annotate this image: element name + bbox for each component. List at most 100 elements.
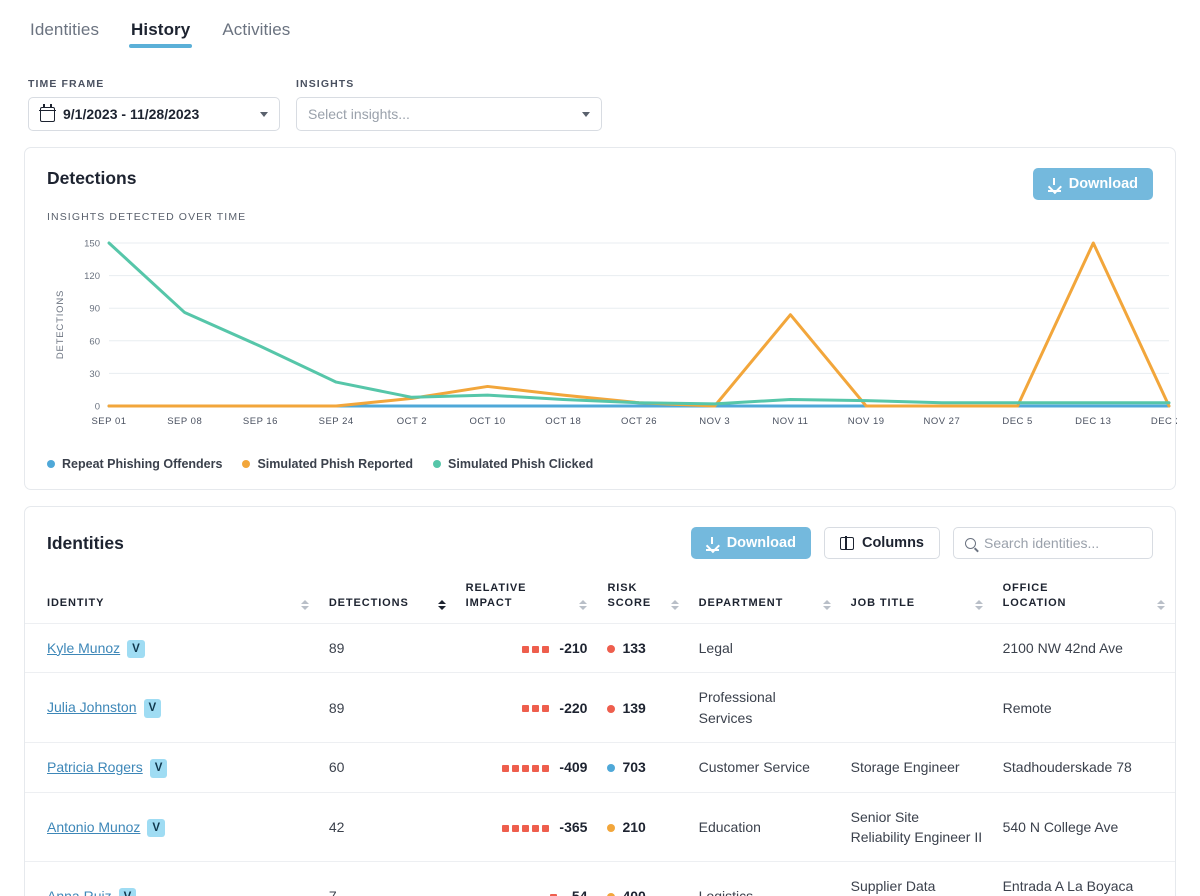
col-header-department[interactable]: DEPARTMENT — [689, 573, 841, 623]
col-header-identity[interactable]: IDENTITY — [25, 573, 319, 623]
identity-link[interactable]: Patricia Rogers — [47, 759, 143, 775]
col-header-detections[interactable]: DETECTIONS — [319, 573, 456, 623]
vip-badge: V — [118, 888, 137, 896]
insights-filter: INSIGHTS Select insights... — [296, 78, 602, 131]
sort-toggle-detections[interactable] — [437, 599, 446, 611]
col-header-risk-score[interactable]: RISK SCORE — [597, 573, 688, 623]
impact-square — [502, 764, 510, 772]
svg-text:90: 90 — [89, 304, 100, 315]
detections-title: Detections — [47, 168, 137, 188]
chart-legend: Repeat Phishing Offenders Simulated Phis… — [25, 443, 1175, 489]
sort-toggle-department[interactable] — [822, 599, 831, 611]
legend-item-simulated-phish-clicked[interactable]: Simulated Phish Clicked — [433, 457, 593, 471]
identities-download-label: Download — [726, 535, 796, 551]
cell-job-title — [840, 672, 993, 743]
timeframe-value: 9/1/2023 - 11/28/2023 — [63, 106, 200, 122]
cell-risk-score: 210 — [597, 791, 689, 862]
timeframe-picker[interactable]: 9/1/2023 - 11/28/2023 — [28, 97, 280, 131]
sort-toggle-job-title[interactable] — [974, 599, 983, 611]
tab-activities[interactable]: Activities — [220, 18, 292, 54]
svg-text:NOV 11: NOV 11 — [772, 416, 808, 427]
table-row: Kyle Munoz V 89 -210 133 Legal 2100 NW 42nd Av… — [25, 622, 1175, 673]
sort-toggle-relative-impact[interactable] — [579, 599, 588, 611]
impact-square — [532, 705, 540, 713]
cell-relative-impact: -409 — [455, 741, 598, 793]
search-identities-box[interactable]: Search identities... — [953, 527, 1153, 559]
cell-identity: Antonio Munoz V — [25, 791, 319, 862]
identities-download-button[interactable]: Download — [690, 527, 811, 559]
cell-risk-score: 703 — [597, 741, 689, 793]
sort-toggle-identity[interactable] — [300, 599, 309, 611]
cell-detections: 89 — [318, 622, 456, 673]
cell-risk-score: 400 — [597, 861, 689, 896]
tab-bar: Identities History Activities — [0, 0, 1200, 62]
col-header-office-location[interactable]: OFFICE LOCATION — [993, 573, 1175, 623]
identity-link[interactable]: Kyle Munoz — [47, 640, 120, 656]
sort-toggle-risk-score[interactable] — [670, 599, 679, 611]
cell-office-location: Stadhouderskade 78 — [992, 741, 1175, 793]
download-icon — [705, 536, 719, 551]
cell-identity: Kyle Munoz V — [25, 622, 319, 673]
svg-text:SEP 16: SEP 16 — [243, 416, 278, 427]
impact-squares — [502, 764, 550, 772]
impact-square — [522, 824, 530, 832]
table-row: Anna Ruiz V 7 -54 400 LogisticsSupplier Data … — [25, 861, 1175, 896]
svg-text:OCT 2: OCT 2 — [397, 416, 427, 427]
svg-text:OCT 18: OCT 18 — [545, 416, 581, 427]
timeframe-label: TIME FRAME — [28, 78, 105, 90]
svg-text:SEP 08: SEP 08 — [167, 416, 202, 427]
columns-button[interactable]: Columns — [823, 527, 940, 559]
impact-square — [542, 824, 550, 832]
insights-label: INSIGHTS — [296, 78, 355, 90]
vip-badge: V — [147, 818, 166, 838]
cell-department: Professional Services — [688, 672, 841, 743]
vip-badge: V — [127, 639, 145, 659]
identities-table-header: IDENTITY DETECTIONS RELATIVE IMPACT RISK… — [25, 573, 1175, 623]
tab-identities[interactable]: Identities — [28, 18, 101, 54]
legend-item-repeat-phishing-offenders[interactable]: Repeat Phishing Offenders — [47, 457, 222, 471]
search-identities-placeholder: Search identities... — [984, 535, 1100, 551]
impact-square — [542, 645, 550, 653]
impact-square — [522, 645, 530, 653]
legend-label: Simulated Phish Reported — [257, 457, 414, 471]
cell-department: Legal — [688, 622, 841, 673]
identity-link[interactable]: Julia Johnston — [47, 699, 137, 715]
svg-text:SEP 24: SEP 24 — [319, 416, 354, 427]
cell-identity: Anna Ruiz V — [25, 861, 319, 896]
risk-status-dot — [607, 823, 616, 832]
cell-office-location: Remote — [992, 672, 1175, 743]
cell-detections: 42 — [318, 791, 456, 862]
cell-identity: Julia Johnston V — [25, 672, 319, 743]
col-header-office-location-label: OFFICE LOCATION — [1002, 582, 1067, 609]
svg-text:SEP 01: SEP 01 — [91, 416, 126, 427]
col-header-job-title-label: JOB TITLE — [850, 596, 915, 609]
identities-card-header: Identities Download Columns Search ident… — [25, 507, 1175, 559]
sort-toggle-office-location[interactable] — [1157, 599, 1165, 611]
svg-text:DETECTIONS: DETECTIONS — [55, 290, 66, 359]
col-header-relative-impact[interactable]: RELATIVE IMPACT — [456, 573, 598, 623]
legend-label: Repeat Phishing Offenders — [62, 457, 223, 471]
timeframe-filter: TIME FRAME 9/1/2023 - 11/28/2023 — [28, 78, 280, 131]
risk-value: 133 — [622, 639, 646, 656]
impact-square — [522, 764, 530, 772]
col-header-detections-label: DETECTIONS — [328, 596, 409, 609]
svg-text:DEC 21: DEC 21 — [1151, 416, 1177, 427]
risk-value: 210 — [622, 818, 646, 835]
legend-color-dot — [47, 460, 55, 468]
detections-download-button[interactable]: Download — [1032, 168, 1153, 200]
cell-office-location: 540 N College Ave — [992, 791, 1175, 862]
insights-select[interactable]: Select insights... — [296, 97, 602, 131]
detections-subtitle: INSIGHTS DETECTED OVER TIME — [47, 211, 247, 223]
impact-value: -220 — [559, 699, 588, 716]
col-header-job-title[interactable]: JOB TITLE — [841, 573, 993, 623]
tab-history[interactable]: History — [129, 18, 193, 54]
legend-item-simulated-phish-reported[interactable]: Simulated Phish Reported — [242, 457, 413, 471]
vip-badge: V — [143, 699, 162, 718]
risk-status-dot — [607, 644, 616, 653]
identity-link[interactable]: Antonio Munoz — [47, 819, 140, 835]
cell-relative-impact: -210 — [455, 622, 598, 673]
cell-job-title: Supplier Data Analyst — [840, 861, 993, 896]
identity-link[interactable]: Anna Ruiz — [47, 888, 112, 896]
cell-job-title: Storage Engineer — [840, 741, 993, 793]
svg-text:OCT 26: OCT 26 — [621, 416, 657, 427]
